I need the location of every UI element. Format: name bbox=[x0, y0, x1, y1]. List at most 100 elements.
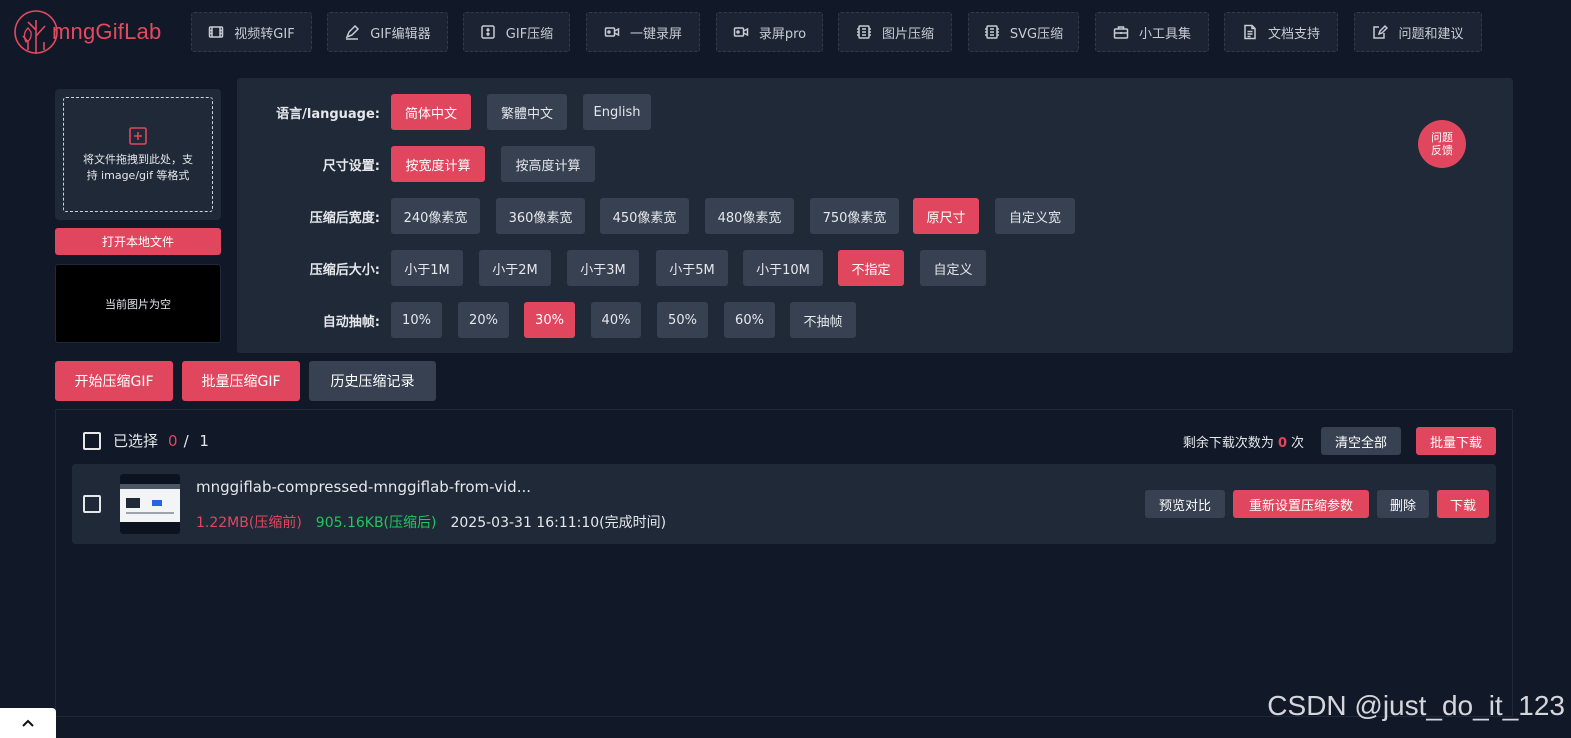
nav-video-to-gif[interactable]: 视频转GIF bbox=[191, 12, 312, 52]
remaining-suffix: 次 bbox=[1290, 436, 1304, 451]
list-item: mnggiflab-compressed-mnggiflab-from-vid.… bbox=[72, 464, 1496, 544]
feedback-label: 问题反馈 bbox=[1431, 131, 1453, 157]
nav-gif-editor[interactable]: GIF编辑器 bbox=[327, 12, 448, 52]
back-to-top-button[interactable] bbox=[0, 708, 56, 738]
nav-label: 文档支持 bbox=[1267, 26, 1320, 42]
width-option-750[interactable]: 750像素宽 bbox=[810, 198, 899, 234]
nav-label: 问题和建议 bbox=[1398, 26, 1464, 42]
document-icon bbox=[1244, 24, 1256, 40]
width-option-360[interactable]: 360像素宽 bbox=[496, 198, 585, 234]
camera-icon bbox=[604, 27, 620, 37]
toolbox-icon bbox=[1113, 26, 1129, 39]
completed-time: 2025-03-31 16:11:10(完成时间) bbox=[450, 515, 667, 531]
delete-button[interactable]: 删除 bbox=[1377, 490, 1429, 518]
item-filename: mnggiflab-compressed-mnggiflab-from-vid.… bbox=[196, 478, 532, 496]
nav-label: 视频转GIF bbox=[234, 26, 295, 42]
logo[interactable]: mngGifLab bbox=[14, 6, 161, 58]
upload-hint: 将文件拖拽到此处，支持 image/gif 等格式 bbox=[83, 152, 193, 182]
item-checkbox[interactable] bbox=[83, 495, 101, 513]
size-after: 905.16KB(压缩后) bbox=[315, 515, 437, 531]
width-option-240[interactable]: 240像素宽 bbox=[391, 198, 480, 234]
frame-drop-option-10[interactable]: 10% bbox=[391, 302, 442, 338]
nav-label: SVG压缩 bbox=[1009, 26, 1064, 42]
select-all-checkbox[interactable] bbox=[83, 432, 101, 450]
frame-drop-option-30[interactable]: 30% bbox=[524, 302, 575, 338]
selection-summary: 已选择 0 / 1 bbox=[113, 430, 209, 451]
width-option-custom[interactable]: 自定义宽 bbox=[995, 198, 1075, 234]
svg-compress-icon bbox=[984, 25, 999, 39]
max-size-option-10m[interactable]: 小于10M bbox=[743, 250, 823, 286]
logo-text: mngGifLab bbox=[52, 19, 162, 44]
frame-drop-option-none[interactable]: 不抽帧 bbox=[790, 302, 856, 338]
nav-label: GIF压缩 bbox=[505, 26, 554, 42]
frame-drop-option-40[interactable]: 40% bbox=[591, 302, 641, 338]
nav-label: 图片压缩 bbox=[881, 26, 934, 42]
item-meta: 1.22MB(压缩前) 905.16KB(压缩后) 2025-03-31 16:11… bbox=[196, 512, 666, 532]
result-list-panel: 已选择 0/ 1 剩余下载次数为 0 次 清空全部 批量下载 mnggiflab-co… bbox=[55, 409, 1513, 717]
compress-icon bbox=[481, 25, 495, 39]
image-preview: 当前图片为空 bbox=[55, 264, 221, 343]
width-option-450[interactable]: 450像素宽 bbox=[600, 198, 689, 234]
clear-all-button[interactable]: 清空全部 bbox=[1321, 427, 1401, 455]
max-size-option-3m[interactable]: 小于3M bbox=[567, 250, 639, 286]
frame-drop-option-50[interactable]: 50% bbox=[657, 302, 708, 338]
batch-download-button[interactable]: 批量下载 bbox=[1416, 427, 1496, 455]
feedback-button[interactable]: 问题反馈 bbox=[1418, 120, 1466, 168]
selected-label: 已选择 bbox=[113, 432, 159, 450]
history-button[interactable]: 历史压缩记录 bbox=[309, 361, 436, 401]
nav-label: GIF编辑器 bbox=[370, 26, 431, 42]
language-option-zh-cn[interactable]: 简体中文 bbox=[391, 94, 471, 130]
remaining-count: 0 bbox=[1277, 436, 1287, 451]
thumbnail-image bbox=[120, 484, 180, 522]
upload-dropzone[interactable]: 将文件拖拽到此处，支持 image/gif 等格式 bbox=[55, 89, 221, 220]
preview-compare-button[interactable]: 预览对比 bbox=[1145, 490, 1225, 518]
film-icon bbox=[209, 26, 224, 38]
nav-screen-record[interactable]: 一键录屏 bbox=[586, 12, 700, 52]
camera-pro-icon bbox=[733, 27, 749, 37]
nav-screen-record-pro[interactable]: 录屏pro bbox=[716, 12, 823, 52]
pen-icon bbox=[345, 24, 360, 40]
nav-gif-compress[interactable]: GIF压缩 bbox=[463, 12, 570, 52]
chevron-up-icon bbox=[22, 719, 34, 727]
watermark: CSDN @just_do_it_123 bbox=[1267, 690, 1565, 721]
selected-count: 0 bbox=[168, 432, 178, 450]
size-mode-by-height[interactable]: 按高度计算 bbox=[501, 146, 595, 182]
remaining-prefix: 剩余下载次数为 bbox=[1182, 436, 1274, 451]
nav-label: 小工具集 bbox=[1138, 26, 1191, 42]
max-size-option-unspecified[interactable]: 不指定 bbox=[838, 250, 904, 286]
language-option-zh-tw[interactable]: 繁體中文 bbox=[487, 94, 567, 130]
add-file-icon bbox=[129, 126, 147, 145]
nav-image-compress[interactable]: 图片压缩 bbox=[838, 12, 952, 52]
max-size-option-5m[interactable]: 小于5M bbox=[656, 250, 728, 286]
size-mode-by-width[interactable]: 按宽度计算 bbox=[391, 146, 485, 182]
nav-toolbox[interactable]: 小工具集 bbox=[1095, 12, 1209, 52]
nav-feedback[interactable]: 问题和建议 bbox=[1354, 12, 1482, 52]
max-size-option-2m[interactable]: 小于2M bbox=[479, 250, 551, 286]
size-mode-label: 尺寸设置: bbox=[322, 158, 380, 174]
width-label: 压缩后宽度: bbox=[309, 210, 380, 226]
item-thumbnail[interactable] bbox=[120, 474, 180, 534]
reset-params-button[interactable]: 重新设置压缩参数 bbox=[1233, 490, 1369, 518]
max-size-option-1m[interactable]: 小于1M bbox=[391, 250, 463, 286]
total-count: 1 bbox=[199, 432, 209, 450]
upload-dropzone-border[interactable]: 将文件拖拽到此处，支持 image/gif 等格式 bbox=[63, 97, 213, 212]
nav-label: 一键录屏 bbox=[629, 26, 682, 42]
language-label: 语言/language: bbox=[276, 106, 380, 122]
nav-docs[interactable]: 文档支持 bbox=[1224, 12, 1338, 52]
max-size-label: 压缩后大小: bbox=[309, 262, 380, 278]
image-compress-icon bbox=[856, 25, 871, 39]
start-compress-button[interactable]: 开始压缩GIF bbox=[55, 361, 173, 401]
nav-label: 录屏pro bbox=[758, 26, 807, 42]
edit-icon bbox=[1373, 24, 1389, 39]
open-local-file-button[interactable]: 打开本地文件 bbox=[55, 228, 221, 255]
settings-panel: 语言/language: 简体中文 繁體中文 English 尺寸设置: 按宽度… bbox=[237, 78, 1513, 353]
nav-svg-compress[interactable]: SVG压缩 bbox=[968, 12, 1079, 52]
width-option-480[interactable]: 480像素宽 bbox=[705, 198, 794, 234]
frame-drop-option-60[interactable]: 60% bbox=[724, 302, 775, 338]
download-button[interactable]: 下载 bbox=[1437, 490, 1489, 518]
frame-drop-option-20[interactable]: 20% bbox=[458, 302, 509, 338]
max-size-option-custom[interactable]: 自定义 bbox=[920, 250, 986, 286]
batch-compress-button[interactable]: 批量压缩GIF bbox=[182, 361, 300, 401]
language-option-en[interactable]: English bbox=[583, 94, 651, 130]
width-option-original[interactable]: 原尺寸 bbox=[913, 198, 979, 234]
